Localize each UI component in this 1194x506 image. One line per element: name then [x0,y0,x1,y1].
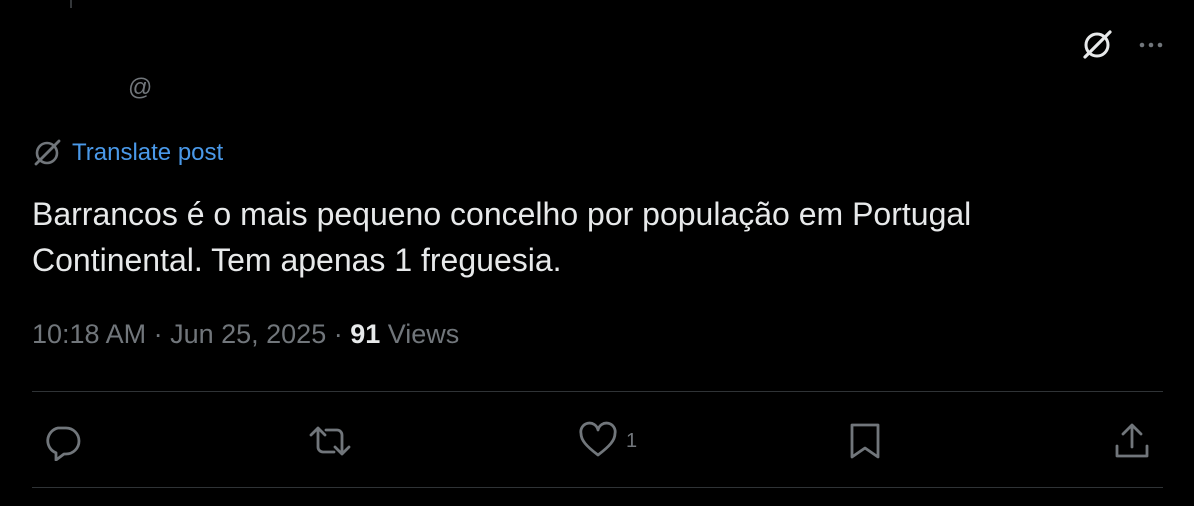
more-options-button[interactable] [1136,30,1166,60]
thread-connector-line [70,0,72,8]
views-count[interactable]: 91 [350,319,380,350]
translate-post-label: Translate post [72,139,224,166]
author-handle[interactable]: @ [128,74,152,102]
meta-separator: · [326,319,351,349]
like-icon [579,421,617,457]
post-action-bar: 1 [0,418,1194,464]
post-date[interactable]: Jun 25, 2025 [170,319,326,350]
repost-button[interactable] [307,418,361,464]
reply-icon [46,426,81,461]
post-text: Barrancos é o mais pequeno concelho por … [32,196,972,278]
post-metadata: 10:18 AM · Jun 25, 2025 · 91 Views [32,319,459,350]
translate-post-link[interactable]: Translate post [32,138,223,168]
grok-button[interactable] [1080,28,1114,62]
like-button[interactable]: 1 [578,418,637,464]
like-count: 1 [626,429,638,452]
bookmark-button[interactable] [847,418,883,464]
divider-top [32,391,1163,392]
reply-button[interactable] [42,418,90,464]
bookmark-icon [850,423,880,459]
grok-icon [1083,30,1112,59]
share-button[interactable] [1112,418,1152,464]
divider-bottom [32,487,1163,488]
repost-icon [309,426,351,456]
post-time[interactable]: 10:18 AM [32,319,146,350]
more-icon [1139,42,1163,48]
meta-separator: · [146,319,171,349]
post-top-actions [1080,28,1166,62]
views-label: Views [380,319,460,349]
translate-icon [34,139,61,166]
share-icon [1115,423,1149,458]
